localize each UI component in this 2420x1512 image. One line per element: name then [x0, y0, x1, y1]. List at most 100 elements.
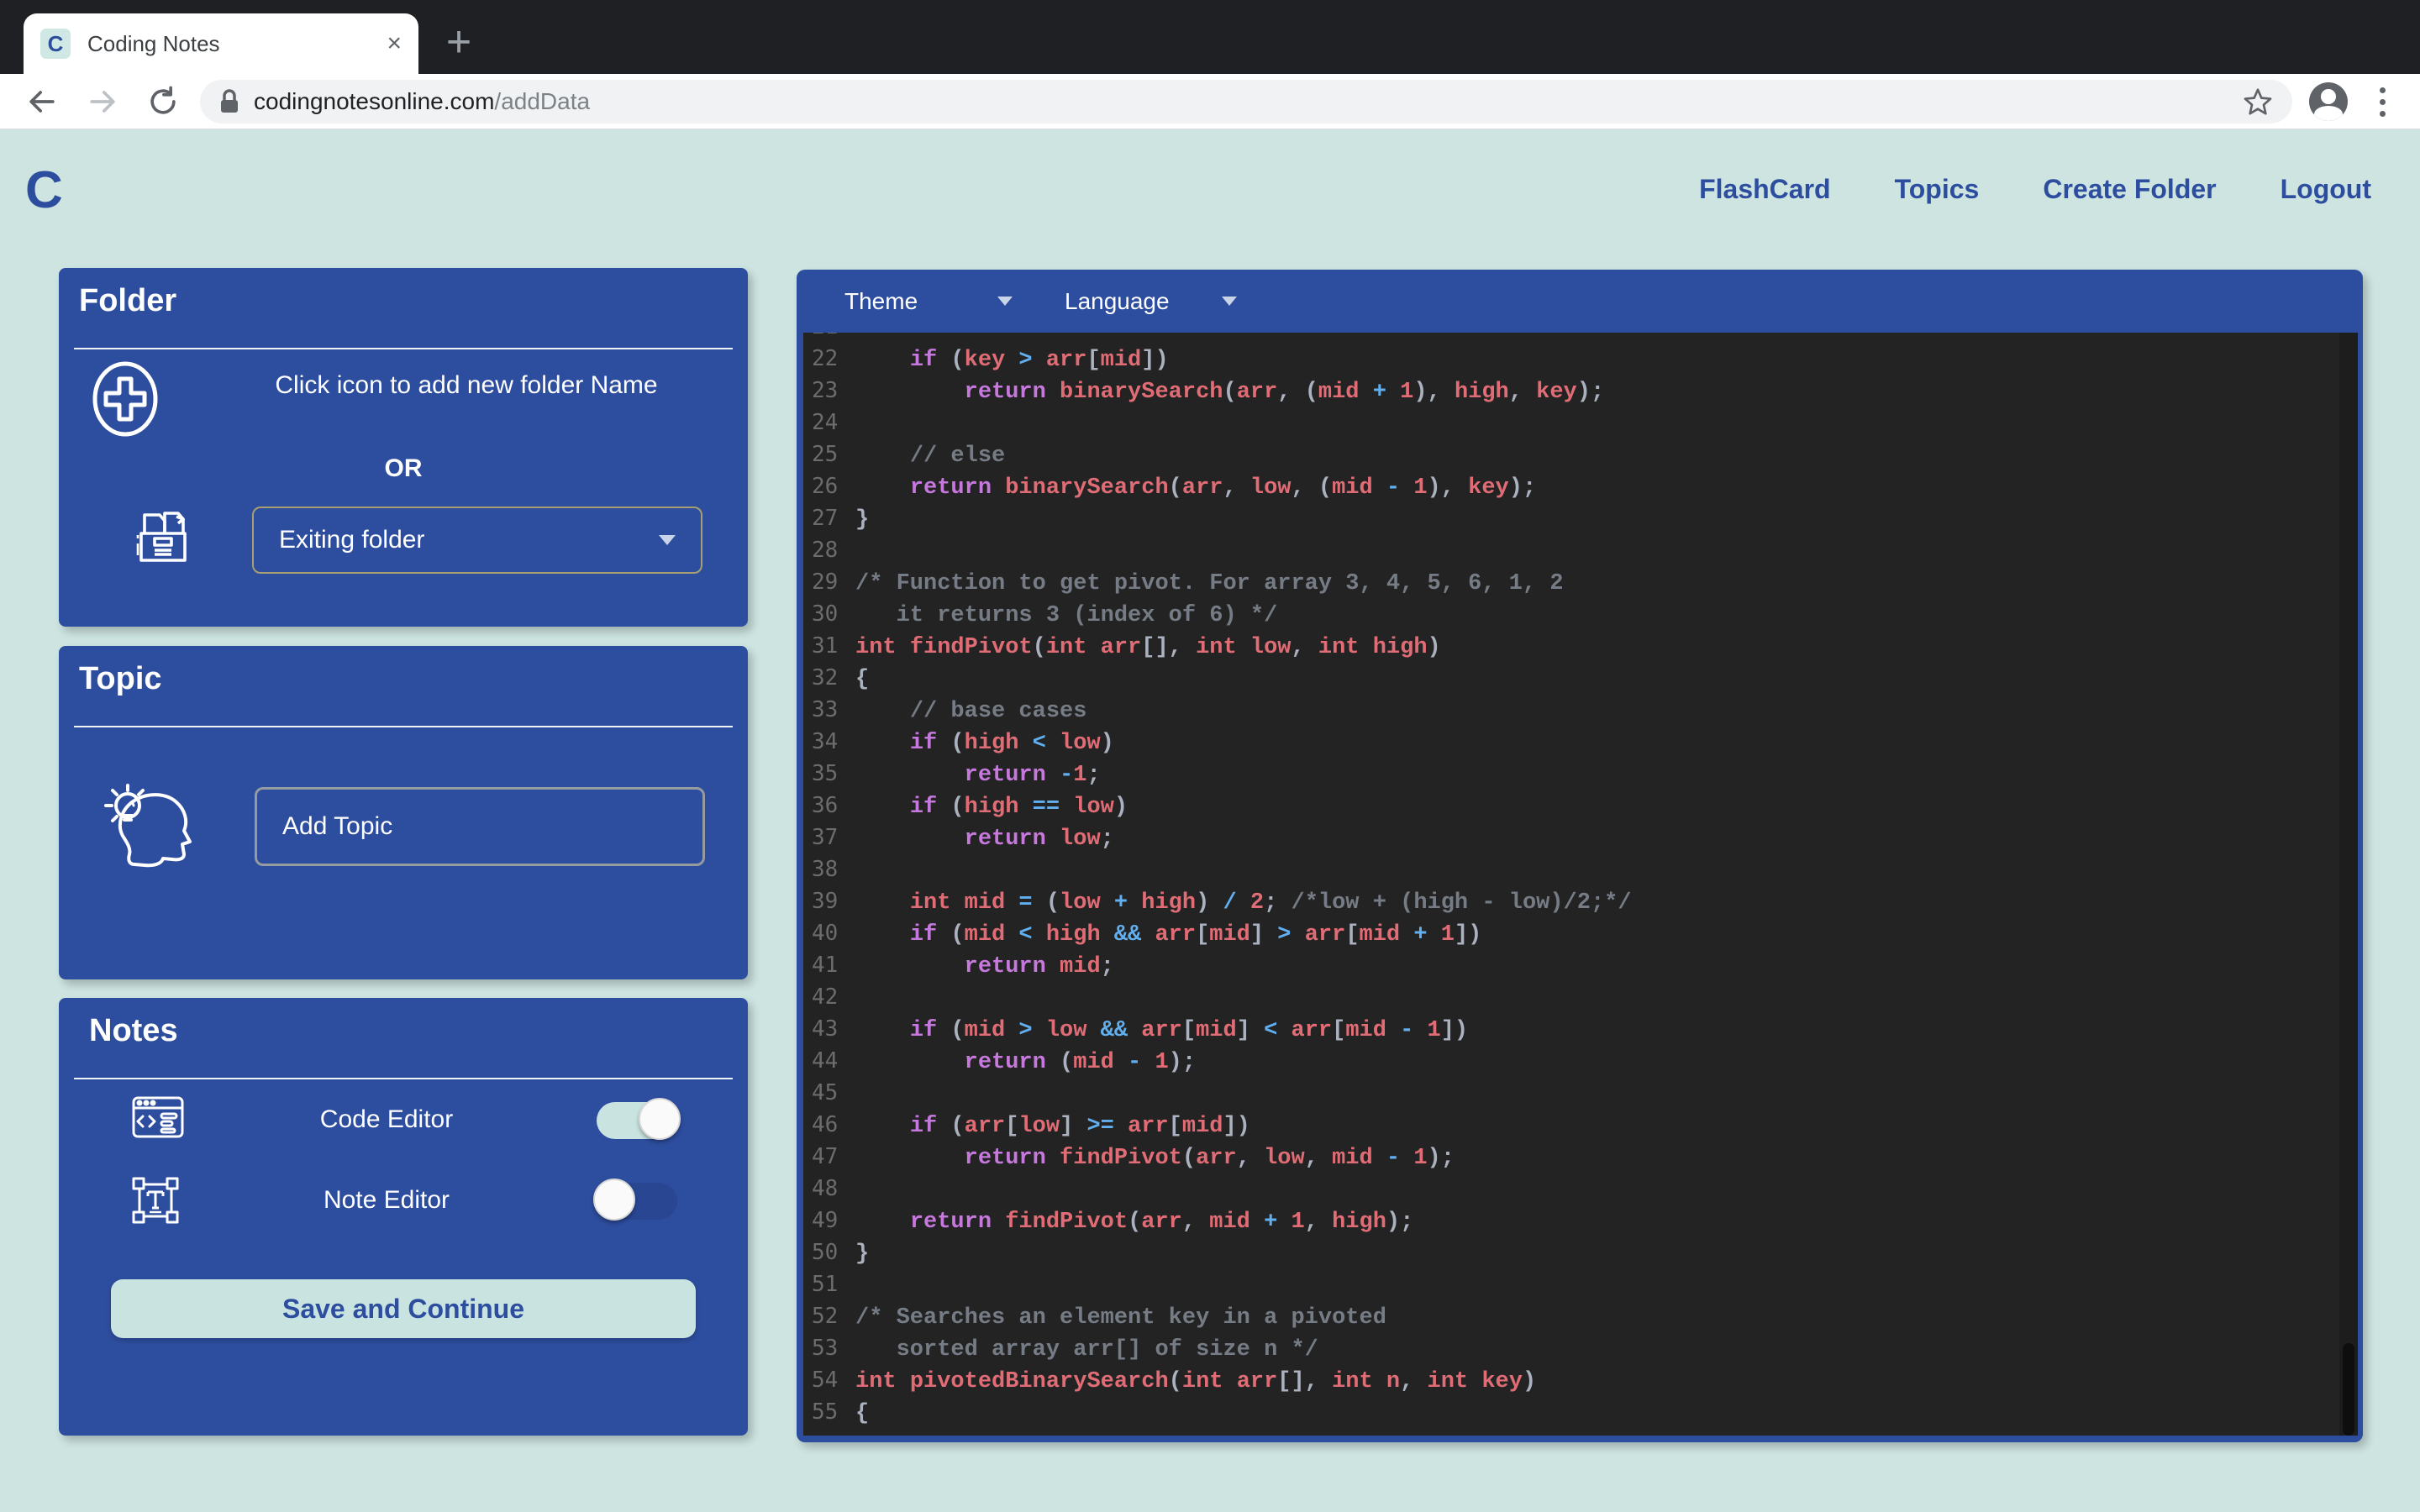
code-line: 51 — [812, 1268, 2358, 1300]
browser-toolbar: codingnotesonline.com/addData — [0, 74, 2420, 129]
browser-tab-strip: C Coding Notes × + — [0, 0, 2420, 74]
code-line: 44 return (mid - 1); — [812, 1045, 2358, 1077]
folder-panel-title: Folder — [79, 283, 176, 319]
code-editor-row: Code Editor — [59, 1095, 748, 1149]
code-line: 23 return binarySearch(arr, (mid + 1), h… — [812, 375, 2358, 407]
code-editor-toggle[interactable] — [597, 1102, 677, 1139]
code-line: 46 if (arr[low] >= arr[mid]) — [812, 1109, 2358, 1141]
profile-avatar-icon[interactable] — [2309, 82, 2348, 121]
language-dropdown-label: Language — [1065, 288, 1170, 315]
language-dropdown[interactable]: Language — [1065, 288, 1237, 315]
code-line: 30 it returns 3 (index of 6) */ — [812, 598, 2358, 630]
top-navigation: FlashCard Topics Create Folder Logout — [1699, 174, 2371, 205]
nav-topics[interactable]: Topics — [1895, 174, 1980, 205]
code-editor-panel: Theme Language 2122 if (key > arr[mid])2… — [797, 270, 2363, 1442]
chevron-down-icon — [997, 297, 1013, 306]
add-topic-input[interactable] — [255, 787, 705, 866]
browser-menu-icon[interactable] — [2378, 82, 2386, 121]
code-line: 40 if (mid < high && arr[mid] > arr[mid … — [812, 917, 2358, 949]
url-domain: codingnotesonline.com — [254, 88, 494, 114]
divider — [74, 1078, 733, 1079]
code-line: 49 return findPivot(arr, mid + 1, high); — [812, 1205, 2358, 1236]
notes-panel: Notes Code Editor — [59, 998, 748, 1436]
scrollbar-thumb[interactable] — [2343, 1343, 2354, 1436]
chevron-down-icon — [1222, 297, 1237, 306]
theme-dropdown[interactable]: Theme — [844, 288, 1013, 315]
note-editor-row: Note Editor — [59, 1176, 748, 1230]
note-editor-icon — [131, 1176, 180, 1225]
favicon: C — [40, 29, 71, 59]
code-line: 36 if (high == low) — [812, 790, 2358, 822]
code-line: 54int pivotedBinarySearch(int arr[], int… — [812, 1364, 2358, 1396]
code-line: 38 — [812, 853, 2358, 885]
url-text: codingnotesonline.com/addData — [254, 88, 2242, 115]
code-line: 35 return -1; — [812, 758, 2358, 790]
tab-title: Coding Notes — [87, 31, 387, 57]
forward-icon[interactable] — [84, 83, 121, 120]
code-line: 34 if (high < low) — [812, 726, 2358, 758]
chevron-down-icon — [659, 535, 676, 545]
page: C FlashCard Topics Create Folder Logout … — [0, 130, 2420, 1512]
or-label: OR — [59, 454, 748, 483]
browser-tab[interactable]: C Coding Notes × — [24, 13, 418, 74]
editor-topbar: Theme Language — [797, 270, 2363, 333]
code-line: 42 — [812, 981, 2358, 1013]
divider — [74, 348, 733, 349]
screen: C Coding Notes × + codingnotesonline.com… — [0, 0, 2420, 1512]
code-area[interactable]: 2122 if (key > arr[mid])23 return binary… — [803, 333, 2358, 1436]
bookmark-star-icon[interactable] — [2242, 86, 2274, 118]
toggle-knob — [593, 1179, 635, 1221]
code-line: 24 — [812, 407, 2358, 438]
code-line: 50} — [812, 1236, 2358, 1268]
url-bar[interactable]: codingnotesonline.com/addData — [200, 80, 2292, 123]
divider — [74, 726, 733, 727]
code-line: 39 int mid = (low + high) / 2; /*low + (… — [812, 885, 2358, 917]
idea-head-icon — [96, 779, 197, 871]
code-line: 47 return findPivot(arr, low, mid - 1); — [812, 1141, 2358, 1173]
code-line: 48 — [812, 1173, 2358, 1205]
existing-folder-icon — [131, 505, 193, 567]
code-line: 29/* Function to get pivot. For array 3,… — [812, 566, 2358, 598]
back-icon[interactable] — [24, 83, 60, 120]
code-line: 53 sorted array arr[] of size n */ — [812, 1332, 2358, 1364]
editor-scrollbar[interactable] — [2339, 333, 2358, 1436]
toggle-knob — [639, 1098, 681, 1140]
note-editor-toggle[interactable] — [597, 1183, 677, 1220]
code-line: 31int findPivot(int arr[], int low, int … — [812, 630, 2358, 662]
code-line: 28 — [812, 534, 2358, 566]
existing-folder-value: Exiting folder — [279, 526, 424, 554]
folder-panel: Folder Click icon to add new folder Name… — [59, 268, 748, 627]
new-tab-icon[interactable]: + — [435, 18, 482, 66]
code-line: 52/* Searches an element key in a pivote… — [812, 1300, 2358, 1332]
notes-panel-title: Notes — [89, 1013, 178, 1049]
topic-panel: Topic — [59, 646, 748, 979]
topic-panel-title: Topic — [79, 661, 162, 697]
code-line: 21 — [812, 333, 2358, 343]
code-line: 27} — [812, 502, 2358, 534]
nav-logout[interactable]: Logout — [2281, 174, 2371, 205]
nav-create-folder[interactable]: Create Folder — [2043, 174, 2216, 205]
code-lines: 2122 if (key > arr[mid])23 return binary… — [803, 333, 2358, 1428]
tab-close-icon[interactable]: × — [387, 31, 402, 56]
code-line: 45 — [812, 1077, 2358, 1109]
code-line: 55{ — [812, 1396, 2358, 1428]
theme-dropdown-label: Theme — [844, 288, 918, 315]
existing-folder-select[interactable]: Exiting folder — [252, 507, 702, 574]
nav-flashcard[interactable]: FlashCard — [1699, 174, 1830, 205]
code-line: 25 // else — [812, 438, 2358, 470]
url-path: /addData — [494, 88, 590, 114]
site-logo[interactable]: C — [25, 160, 63, 220]
code-line: 41 return mid; — [812, 949, 2358, 981]
add-folder-icon[interactable] — [86, 355, 166, 444]
save-and-continue-button[interactable]: Save and Continue — [111, 1279, 696, 1338]
lock-icon — [218, 88, 240, 115]
code-editor-label: Code Editor — [260, 1105, 513, 1134]
code-editor-icon — [131, 1095, 185, 1139]
add-folder-hint: Click icon to add new folder Name — [227, 369, 706, 403]
code-line: 22 if (key > arr[mid]) — [812, 343, 2358, 375]
reload-icon[interactable] — [145, 83, 182, 120]
code-line: 33 // base cases — [812, 694, 2358, 726]
code-line: 26 return binarySearch(arr, low, (mid - … — [812, 470, 2358, 502]
code-line: 43 if (mid > low && arr[mid] < arr[mid -… — [812, 1013, 2358, 1045]
code-line: 37 return low; — [812, 822, 2358, 853]
